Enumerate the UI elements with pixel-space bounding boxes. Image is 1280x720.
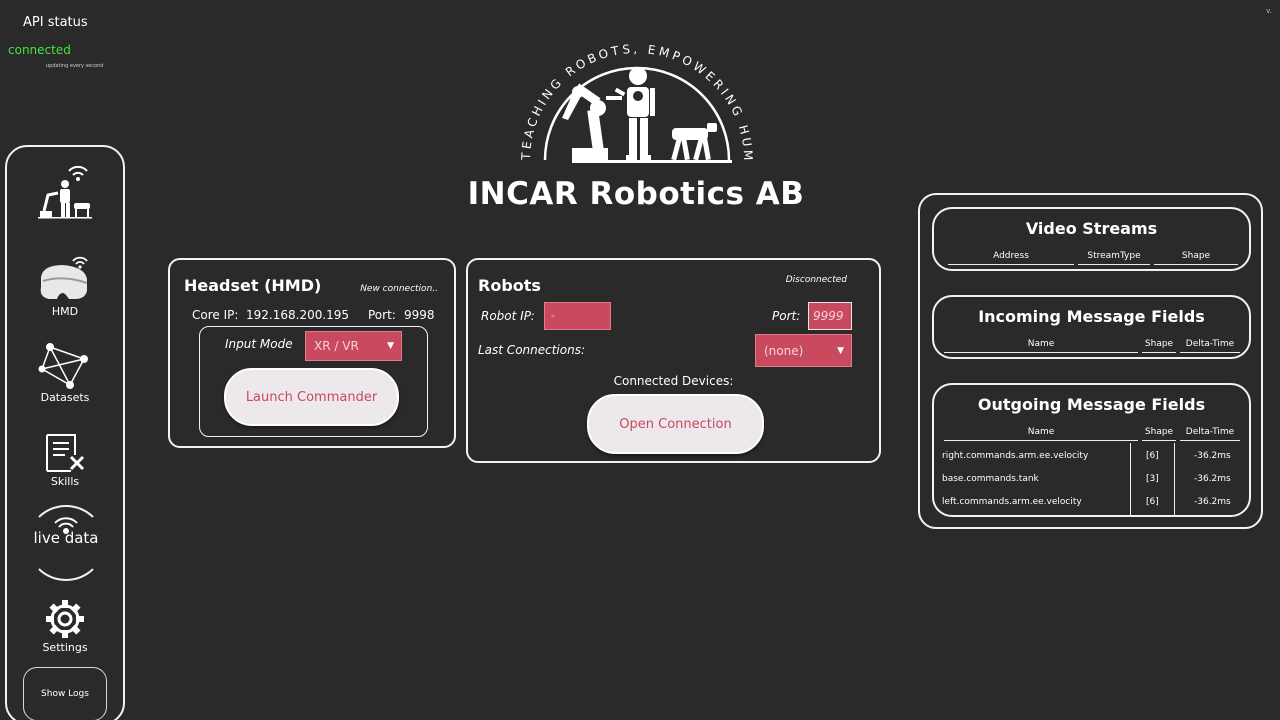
robots-wifi-icon bbox=[38, 165, 92, 219]
last-connections-select[interactable]: (none) ▼ bbox=[755, 334, 852, 367]
sidebar-item-label: HMD bbox=[51, 305, 79, 318]
sidebar-item-label: Settings bbox=[42, 641, 88, 654]
sidebar-item-datasets[interactable]: Datasets bbox=[7, 341, 123, 404]
field-delta: -36.2ms bbox=[1194, 451, 1231, 461]
chevron-down-icon: ▼ bbox=[387, 341, 394, 351]
open-connection-button[interactable]: Open Connection bbox=[587, 394, 764, 454]
video-streams-title: Video Streams bbox=[1025, 219, 1158, 238]
api-status-note: updating every second bbox=[46, 63, 104, 69]
api-status-title: API status bbox=[23, 15, 88, 30]
headset-port-label: Port: bbox=[368, 308, 396, 322]
field-name: right.commands.arm.ee.velocity bbox=[942, 451, 1089, 461]
column-divider bbox=[1130, 443, 1131, 515]
field-name: base.commands.tank bbox=[942, 474, 1039, 484]
column-header: StreamType bbox=[1078, 251, 1150, 265]
field-delta: -36.2ms bbox=[1194, 497, 1231, 507]
document-edit-icon bbox=[46, 434, 85, 472]
company-logo: TEACHING ROBOTS, EMPOWERING HUMANS bbox=[500, 0, 755, 164]
robots-title: Robots bbox=[478, 276, 541, 295]
field-shape: [6] bbox=[1146, 451, 1159, 461]
robot-port-label: Port: bbox=[772, 309, 801, 323]
sidebar-item-label: Datasets bbox=[40, 391, 90, 404]
headset-card: Headset (HMD) New connection.. Core IP: … bbox=[168, 258, 456, 448]
sidebar: HMD Datasets Skills live data Settings S… bbox=[5, 145, 125, 720]
sidebar-item-hmd[interactable]: HMD bbox=[7, 255, 123, 318]
core-ip-label: Core IP: bbox=[192, 308, 239, 322]
column-header: Delta-Time bbox=[1180, 339, 1240, 353]
robot-port-input[interactable]: 9999 bbox=[808, 302, 852, 330]
robots-card: Robots Disconnected Robot IP: - Port: 99… bbox=[466, 258, 881, 463]
column-header: Name bbox=[944, 339, 1138, 353]
field-delta: -36.2ms bbox=[1194, 474, 1231, 484]
gear-icon bbox=[46, 600, 84, 638]
column-header: Name bbox=[944, 427, 1138, 441]
sidebar-item-settings[interactable]: Settings bbox=[7, 599, 123, 654]
field-shape: [3] bbox=[1146, 474, 1159, 484]
video-streams-section: Video Streams Address StreamType Shape bbox=[932, 207, 1251, 271]
column-header: Shape bbox=[1142, 427, 1176, 441]
core-ip-value: 192.168.200.195 bbox=[246, 308, 350, 322]
vr-headset-icon bbox=[40, 256, 88, 299]
robot-ip-input[interactable]: - bbox=[544, 302, 611, 330]
field-name: left.commands.arm.ee.velocity bbox=[942, 497, 1082, 507]
headset-status: New connection.. bbox=[360, 284, 438, 294]
sidebar-item-label: Skills bbox=[50, 475, 80, 488]
headset-port-value: 9998 bbox=[404, 308, 435, 322]
message-panel: Video Streams Address StreamType Shape I… bbox=[918, 193, 1263, 529]
robot-ip-label: Robot IP: bbox=[481, 309, 535, 323]
outgoing-fields-title: Outgoing Message Fields bbox=[977, 395, 1206, 414]
show-logs-button[interactable]: Show Logs bbox=[23, 667, 107, 720]
column-header: Delta-Time bbox=[1180, 427, 1240, 441]
incoming-fields-title: Incoming Message Fields bbox=[978, 307, 1205, 326]
network-graph-icon bbox=[38, 343, 88, 389]
headset-title: Headset (HMD) bbox=[184, 276, 322, 295]
field-shape: [6] bbox=[1146, 497, 1159, 507]
last-connections-value: (none) bbox=[764, 343, 804, 358]
column-header: Shape bbox=[1142, 339, 1176, 353]
logo-tagline-path: TEACHING ROBOTS, EMPOWERING HUMANS bbox=[500, 0, 752, 164]
launch-commander-button[interactable]: Launch Commander bbox=[224, 368, 399, 426]
logo-tagline: TEACHING ROBOTS, EMPOWERING HUMANS bbox=[500, 0, 755, 164]
input-mode-label: Input Mode bbox=[225, 337, 293, 351]
column-header: Shape bbox=[1154, 251, 1238, 265]
company-name: INCAR Robotics AB bbox=[467, 176, 805, 212]
input-mode-select[interactable]: XR / VR ▼ bbox=[305, 331, 402, 361]
sidebar-item-label: live data bbox=[33, 529, 99, 547]
connected-devices-label: Connected Devices: bbox=[613, 374, 734, 388]
robots-status: Disconnected bbox=[785, 275, 847, 285]
chevron-down-icon: ▼ bbox=[837, 345, 844, 356]
column-header: Address bbox=[948, 251, 1074, 265]
sidebar-item-live-data[interactable]: live data bbox=[27, 505, 105, 581]
api-status-state: connected bbox=[8, 43, 71, 57]
version-label: v. bbox=[1266, 7, 1272, 15]
outgoing-fields-section: Outgoing Message Fields Name Shape Delta… bbox=[932, 383, 1251, 517]
sidebar-item-skills[interactable]: Skills bbox=[7, 433, 123, 488]
sidebar-item-home[interactable] bbox=[7, 163, 123, 219]
last-connections-label: Last Connections: bbox=[478, 343, 586, 357]
column-divider bbox=[1174, 443, 1175, 515]
input-mode-value: XR / VR bbox=[314, 339, 359, 353]
incoming-fields-section: Incoming Message Fields Name Shape Delta… bbox=[932, 295, 1251, 359]
input-mode-panel: Input Mode XR / VR ▼ Launch Commander bbox=[199, 326, 428, 437]
